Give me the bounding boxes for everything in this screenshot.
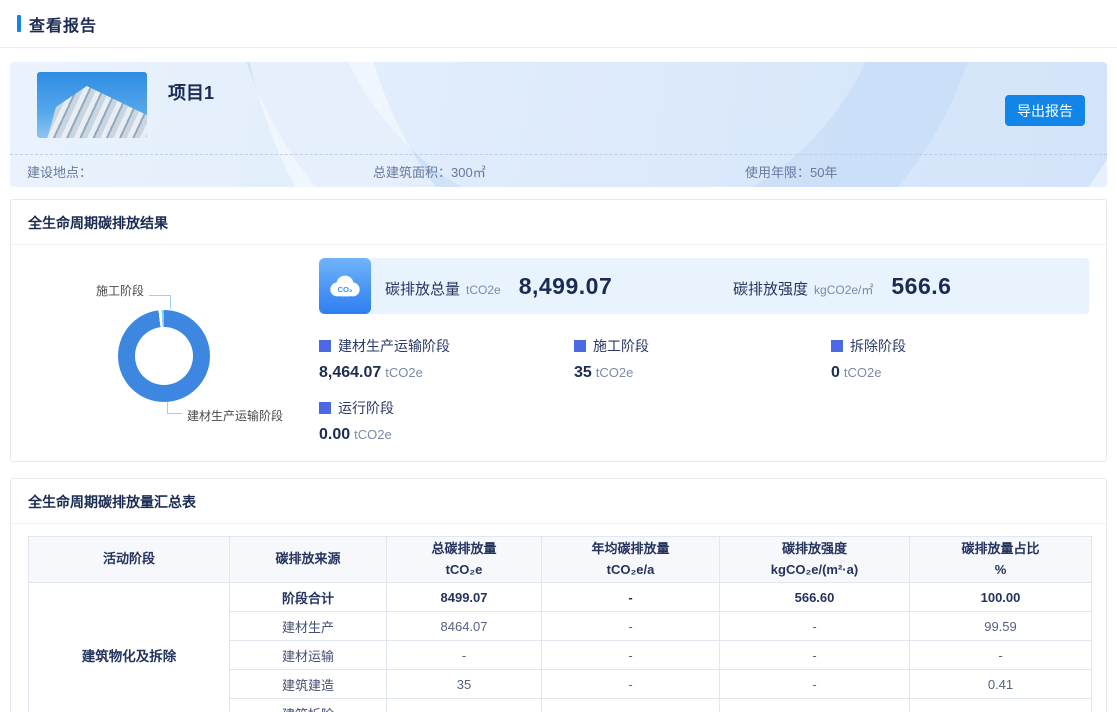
page-header: 查看报告 [0,0,1117,48]
cell-ratio: 0.41 [910,670,1092,699]
intensity-label: 碳排放强度 [733,278,808,299]
col-activity-stage: 活动阶段 [29,537,230,583]
legend-value: 35 [574,364,592,381]
table-row: 建筑物化及拆除 阶段合计 8499.07 - 566.60 100.00 [29,583,1092,612]
legend-value: 0 [831,364,840,381]
cell-intensity: 566.60 [720,583,910,612]
legend-item-demolition: 拆除阶段 0 tCO2e [831,336,1089,382]
legend-unit: tCO2e [596,365,634,380]
legend-label: 建材生产运输阶段 [338,336,450,356]
emission-donut-chart: 施工阶段 建材生产运输阶段 [11,245,319,461]
donut-leader-line [149,295,171,309]
donut-callout-materials: 建材生产运输阶段 [187,407,283,424]
intensity-unit: kgCO2e/㎡ [814,281,873,298]
co2-cloud-icon: CO₂ [319,258,371,314]
cell-intensity: - [720,641,910,670]
total-emission-stat: 碳排放总量 tCO2e 8,499.07 [371,273,733,300]
col-emission-intensity: 碳排放强度kgCO₂e/(m²·a) [720,537,910,583]
cell-annual: - [542,670,720,699]
project-photo [37,72,147,138]
emission-intensity-stat: 碳排放强度 kgCO2e/㎡ 566.6 [733,273,951,300]
cell-source: 建材生产 [230,612,387,641]
summary-table-wrap: 活动阶段 碳排放来源 总碳排放量tCO₂e 年均碳排放量tCO₂e/a 碳排放强… [11,524,1106,712]
col-annual-emission: 年均碳排放量tCO₂e/a [542,537,720,583]
title-accent-bar [17,15,21,32]
legend-square-icon [319,402,331,414]
emission-totals-banner: CO₂ 碳排放总量 tCO2e 8,499.07 碳排放强度 kgCO2e/㎡ … [319,258,1089,314]
cell-intensity: - [720,612,910,641]
cell-total: 35 [387,670,542,699]
legend-square-icon [574,340,586,352]
col-total-emission: 总碳排放量tCO₂e [387,537,542,583]
area-value: 300㎡ [451,165,486,180]
cell-source: 阶段合计 [230,583,387,612]
summary-table: 活动阶段 碳排放来源 总碳排放量tCO₂e 年均碳排放量tCO₂e/a 碳排放强… [28,536,1092,712]
project-location: 建设地点： [10,162,373,181]
cell-annual: - [542,699,720,712]
intensity-value: 566.6 [891,273,951,300]
legend-square-icon [319,340,331,352]
cell-total: - [387,641,542,670]
total-emission-label: 碳排放总量 [385,278,460,299]
cell-source: 建筑拆除 [230,699,387,712]
project-lifespan: 使用年限：50年 [745,162,837,181]
cell-total: 8499.07 [387,583,542,612]
lifespan-value: 50年 [810,165,837,180]
cell-annual: - [542,583,720,612]
cell-ratio: 100.00 [910,583,1092,612]
cell-source: 建筑建造 [230,670,387,699]
emission-stats: CO₂ 碳排放总量 tCO2e 8,499.07 碳排放强度 kgCO2e/㎡ … [319,258,1089,444]
total-emission-unit: tCO2e [466,283,501,297]
project-card-top: 项目1 导出报告 [10,62,1107,155]
legend-value: 8,464.07 [319,364,381,381]
cell-ratio: - [910,699,1092,712]
total-emission-value: 8,499.07 [519,273,613,300]
project-area: 总建筑面积：300㎡ [373,162,745,181]
stage-legend: 建材生产运输阶段 8,464.07 tCO2e 施工阶段 35 tCO2e 拆除阶段… [319,336,1089,444]
lifespan-label: 使用年限： [745,165,810,180]
project-info-row: 建设地点： 总建筑面积：300㎡ 使用年限：50年 [10,154,1107,187]
cell-intensity: - [720,670,910,699]
legend-square-icon [831,340,843,352]
result-panel-title: 全生命周期碳排放结果 [11,200,1106,245]
result-panel-body: 施工阶段 建材生产运输阶段 CO₂ 碳排放总量 tCO2e [11,245,1106,461]
legend-label: 施工阶段 [593,336,649,356]
donut-ring [118,310,210,402]
building-image [45,86,147,138]
col-emission-ratio: 碳排放量占比% [910,537,1092,583]
col-emission-source: 碳排放来源 [230,537,387,583]
legend-item-construction: 施工阶段 35 tCO2e [574,336,831,382]
legend-item-operation: 运行阶段 0.00 tCO2e [319,398,574,444]
cell-ratio: 99.59 [910,612,1092,641]
legend-unit: tCO2e [844,365,882,380]
legend-item-materials: 建材生产运输阶段 8,464.07 tCO2e [319,336,574,382]
project-card: 项目1 导出报告 建设地点： 总建筑面积：300㎡ 使用年限：50年 [10,62,1107,187]
donut-callout-construction: 施工阶段 [96,282,144,299]
lifecycle-result-panel: 全生命周期碳排放结果 施工阶段 建材生产运输阶段 CO₂ [10,199,1107,462]
page-title: 查看报告 [29,12,97,36]
legend-unit: tCO2e [385,365,423,380]
donut-leader-line [167,402,182,414]
project-name: 项目1 [168,79,214,105]
legend-label: 运行阶段 [338,398,394,418]
table-header-row: 活动阶段 碳排放来源 总碳排放量tCO₂e 年均碳排放量tCO₂e/a 碳排放强… [29,537,1092,583]
cell-total: 8464.07 [387,612,542,641]
cell-source: 建材运输 [230,641,387,670]
location-label: 建设地点： [27,165,92,180]
summary-table-panel: 全生命周期碳排放量汇总表 活动阶段 碳排放来源 总碳排放量tCO₂e 年均碳排放… [10,478,1107,712]
legend-label: 拆除阶段 [850,336,906,356]
cell-ratio: - [910,641,1092,670]
legend-unit: tCO2e [354,427,392,442]
stage-group-cell: 建筑物化及拆除 [29,583,230,712]
cell-total: - [387,699,542,712]
cell-intensity: - [720,699,910,712]
area-label: 总建筑面积： [373,165,451,180]
legend-value: 0.00 [319,426,350,443]
svg-text:CO₂: CO₂ [337,285,353,294]
cell-annual: - [542,641,720,670]
summary-panel-title: 全生命周期碳排放量汇总表 [11,479,1106,524]
cell-annual: - [542,612,720,641]
export-report-button[interactable]: 导出报告 [1005,95,1085,126]
